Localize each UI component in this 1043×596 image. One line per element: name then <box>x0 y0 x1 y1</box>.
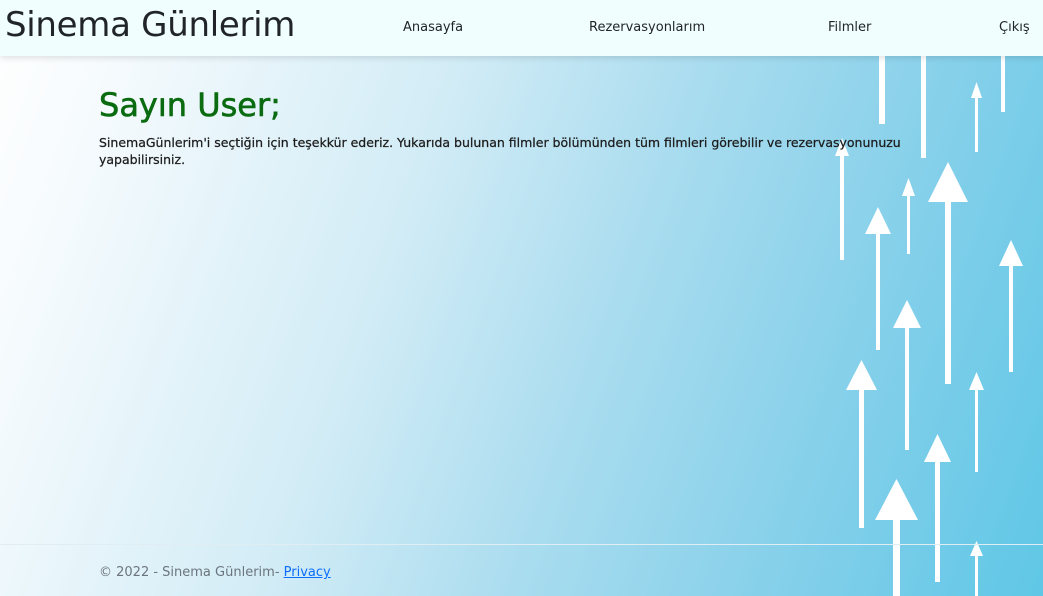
nav-link-rezervasyonlarim[interactable]: Rezervasyonlarım <box>589 19 705 37</box>
footer-divider <box>0 544 1043 545</box>
page-title: Sayın User; <box>99 86 282 125</box>
main-content: Sayın User; SinemaGünlerim'i seçtiğin iç… <box>99 86 979 168</box>
brand-logo-link[interactable]: Sinema Günlerim <box>5 5 295 45</box>
footer: © 2022 - Sinema Günlerim- Privacy <box>99 564 331 582</box>
welcome-message: SinemaGünlerim'i seçtiğin için teşekkür … <box>99 135 901 167</box>
nav-link-anasayfa[interactable]: Anasayfa <box>403 19 463 37</box>
nav-link-cikis[interactable]: Çıkış <box>999 19 1030 37</box>
nav-link-filmler[interactable]: Filmler <box>828 19 871 37</box>
navbar: Sinema Günlerim Anasayfa Rezervasyonları… <box>0 0 1043 56</box>
privacy-link[interactable]: Privacy <box>284 565 331 580</box>
footer-copyright: © 2022 - Sinema Günlerim- <box>99 565 284 580</box>
